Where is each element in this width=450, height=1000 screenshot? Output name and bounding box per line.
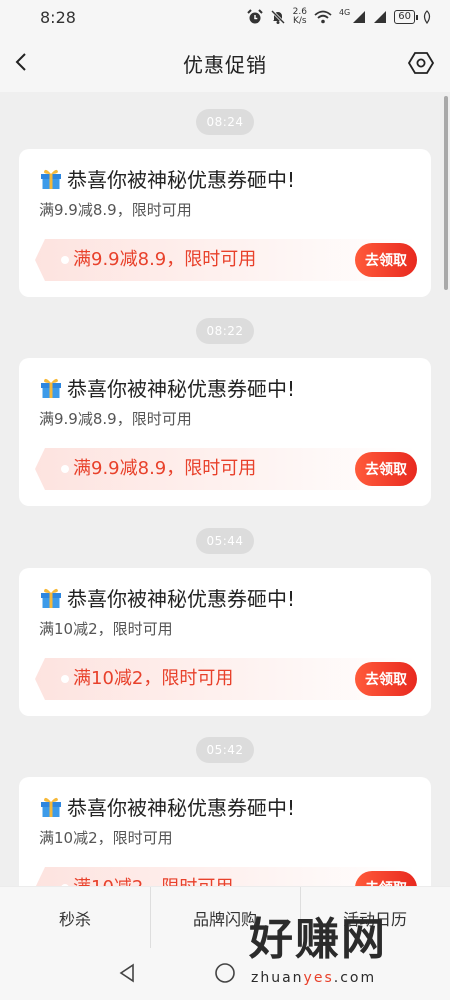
- status-time: 8:28: [40, 7, 76, 27]
- coupon-message-card: 恭喜你被神秘优惠券砸中! 满9.9减8.9，限时可用 满9.9减8.9，限时可用…: [19, 358, 431, 506]
- coupon-strip: 满9.9减8.9，限时可用 去领取: [35, 448, 417, 490]
- coupon-strip: 满10减2，限时可用 去领取: [35, 867, 417, 886]
- settings-hexagon-icon[interactable]: [408, 50, 434, 76]
- watermark-url-accent: yes: [303, 970, 334, 986]
- coupon-strip: 满10减2，限时可用 去领取: [35, 658, 417, 700]
- coupon-text: 满10减2，限时可用: [73, 668, 234, 689]
- watermark-logo: 好赚网 zhuanyes.com: [249, 915, 434, 993]
- gift-icon: [41, 169, 61, 189]
- coupon-message-card: 恭喜你被神秘优惠券砸中! 满10减2，限时可用 满10减2，限时可用 去领取: [19, 777, 431, 886]
- gift-icon: [41, 588, 61, 608]
- card-description: 满9.9减8.9，限时可用: [39, 410, 192, 428]
- message-list[interactable]: 08:24 恭喜你被神秘优惠券砸中! 满9.9减8.9，限时可用 满9.9减8.…: [0, 92, 450, 886]
- tab-flash-sale[interactable]: 秒杀: [0, 887, 150, 948]
- card-description: 满10减2，限时可用: [39, 620, 173, 638]
- nav-bar: 优惠促销: [0, 34, 450, 92]
- card-title: 恭喜你被神秘优惠券砸中!: [39, 163, 415, 193]
- coupon-dot: [61, 675, 69, 683]
- status-bar: 8:28 2.6 K/s 4G 60: [0, 0, 450, 34]
- coupon-text: 满10减2，限时可用: [73, 867, 233, 886]
- coupon-strip: 满9.9减8.9，限时可用 去领取: [35, 239, 417, 281]
- coupon-text: 满9.9减8.9，限时可用: [73, 458, 257, 479]
- status-icons: 2.6 K/s 4G 60: [246, 8, 432, 26]
- net-speed: 2.6 K/s: [293, 8, 307, 26]
- leaf-icon: [423, 10, 431, 24]
- timestamp-pill: 05:42: [196, 737, 254, 763]
- page-title: 优惠促销: [183, 52, 267, 77]
- card-title-text: 恭喜你被神秘优惠券砸中!: [67, 167, 296, 192]
- watermark-url-suffix: .com: [333, 970, 377, 986]
- coupon-dot: [61, 465, 69, 473]
- watermark-url-prefix: zhuan: [251, 970, 304, 986]
- card-title-text: 恭喜你被神秘优惠券砸中!: [67, 795, 296, 820]
- card-title-text: 恭喜你被神秘优惠券砸中!: [67, 376, 296, 401]
- coupon-message-card: 恭喜你被神秘优惠券砸中! 满9.9减8.9，限时可用 满9.9减8.9，限时可用…: [19, 149, 431, 297]
- card-title: 恭喜你被神秘优惠券砸中!: [39, 372, 415, 402]
- signal-icon-2: [374, 11, 387, 23]
- claim-coupon-button[interactable]: 去领取: [355, 243, 417, 277]
- card-title: 恭喜你被神秘优惠券砸中!: [39, 582, 415, 612]
- wifi-icon: [314, 10, 332, 24]
- claim-coupon-button[interactable]: 去领取: [355, 662, 417, 696]
- gift-icon: [41, 378, 61, 398]
- coupon-text: 满9.9减8.9，限时可用: [73, 249, 257, 270]
- claim-coupon-button[interactable]: 去领取: [355, 871, 417, 886]
- mute-bell-icon: [270, 9, 285, 25]
- timestamp-pill: 08:22: [196, 318, 254, 344]
- net-speed-unit: K/s: [292, 16, 307, 26]
- coupon-message-card: 恭喜你被神秘优惠券砸中! 满10减2，限时可用 满10减2，限时可用 去领取: [19, 568, 431, 716]
- claim-coupon-button[interactable]: 去领取: [355, 452, 417, 486]
- card-title-text: 恭喜你被神秘优惠券砸中!: [67, 586, 296, 611]
- battery-indicator: 60: [394, 10, 418, 24]
- card-title: 恭喜你被神秘优惠券砸中!: [39, 791, 415, 821]
- timestamp-pill: 08:24: [196, 109, 254, 135]
- system-home-icon[interactable]: [214, 962, 236, 984]
- signal-icon: [353, 11, 366, 23]
- signal-label: 4G: [338, 8, 351, 17]
- scrollbar[interactable]: [444, 96, 448, 290]
- watermark-title: 好赚网: [249, 914, 387, 965]
- watermark-url: zhuanyes.com: [251, 970, 376, 986]
- card-description: 满9.9减8.9，限时可用: [39, 201, 192, 219]
- card-description: 满10减2，限时可用: [39, 829, 173, 847]
- system-back-icon[interactable]: [117, 963, 137, 983]
- back-arrow-icon[interactable]: [10, 50, 34, 74]
- alarm-icon: [246, 9, 263, 24]
- timestamp-pill: 05:44: [196, 528, 254, 554]
- coupon-dot: [61, 256, 69, 264]
- gift-icon: [41, 797, 61, 817]
